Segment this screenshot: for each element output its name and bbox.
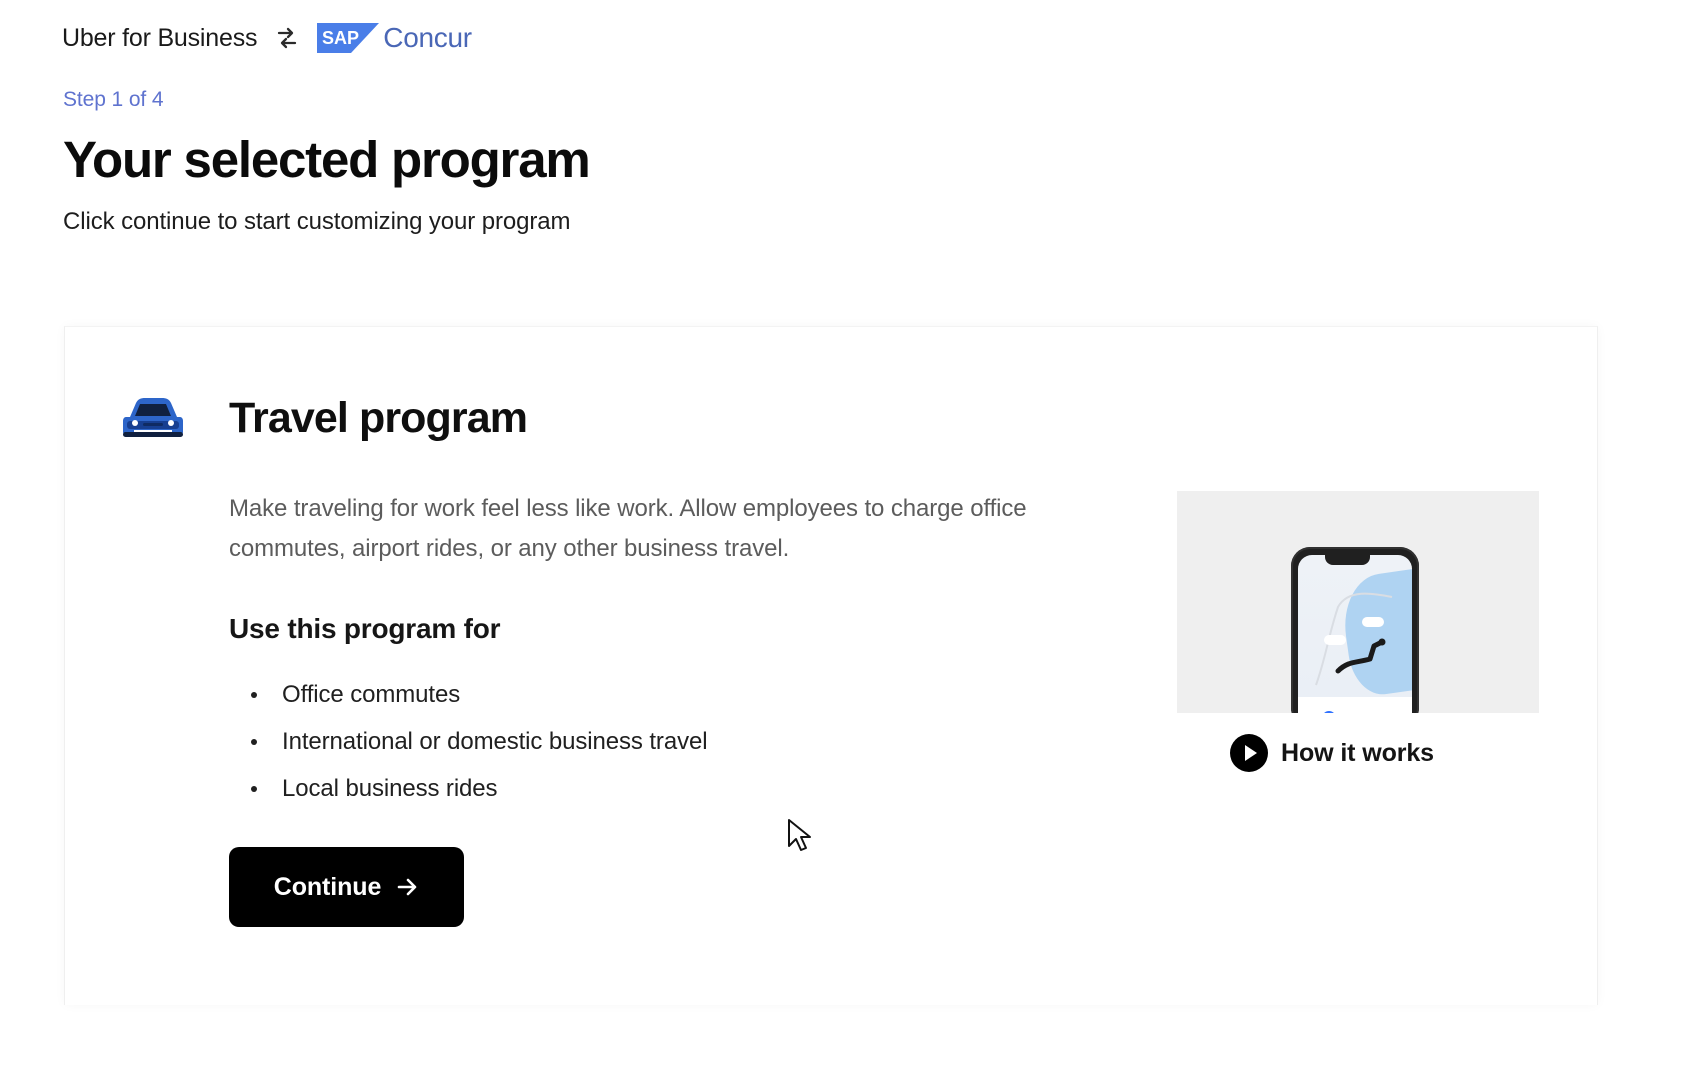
car-icon <box>123 393 183 439</box>
continue-button-label: Continue <box>273 872 382 901</box>
sap-logo: SAP <box>317 23 380 53</box>
program-title: Travel program <box>229 394 528 442</box>
use-program-heading: Use this program for <box>229 613 501 644</box>
list-item: Office commutes <box>229 671 707 718</box>
continue-button[interactable]: Continue <box>229 847 464 927</box>
list-item: International or domestic business trave… <box>229 718 708 765</box>
how-it-works-video-preview[interactable] <box>1177 491 1539 713</box>
travel-program-card: Travel program Make traveling for work f… <box>64 326 1598 1005</box>
page-title: Your selected program <box>63 131 591 188</box>
ride-bottom-sheet <box>1298 697 1412 713</box>
uber-for-business-brand: Uber for Business <box>62 23 258 52</box>
route-line <box>1308 589 1396 689</box>
bullet-icon <box>251 739 257 745</box>
bullet-icon <box>251 786 257 792</box>
page-subtitle: Click continue to start customizing your… <box>63 208 571 235</box>
program-use-label: Local business rides <box>282 774 498 802</box>
phone-screen <box>1298 555 1412 713</box>
list-item: Local business rides <box>229 765 707 812</box>
sap-concur-logo: SAP Concur <box>317 22 472 54</box>
swap-icon <box>275 26 299 50</box>
phone-notch <box>1325 554 1370 565</box>
how-it-works-label: How it works <box>1281 738 1434 767</box>
page: Uber for Business SAP Concur Step 1 of 4… <box>0 0 1694 1092</box>
arrow-right-icon <box>395 875 419 899</box>
location-dot-icon <box>1322 711 1336 713</box>
partner-header: Uber for Business SAP Concur <box>62 18 472 58</box>
phone-map-illustration <box>1291 547 1419 713</box>
program-use-list: Office commutes International or domesti… <box>229 671 708 812</box>
program-use-label: Office commutes <box>282 680 461 708</box>
play-icon <box>1229 733 1269 773</box>
program-description: Make traveling for work feel less like w… <box>229 495 1027 562</box>
bullet-icon <box>251 692 257 698</box>
step-indicator: Step 1 of 4 <box>63 88 164 111</box>
concur-logo-text: Concur <box>383 22 472 53</box>
program-use-label: International or domestic business trave… <box>282 727 708 755</box>
how-it-works-link[interactable]: How it works <box>1229 733 1434 773</box>
sap-logo-text: SAP <box>322 28 359 48</box>
